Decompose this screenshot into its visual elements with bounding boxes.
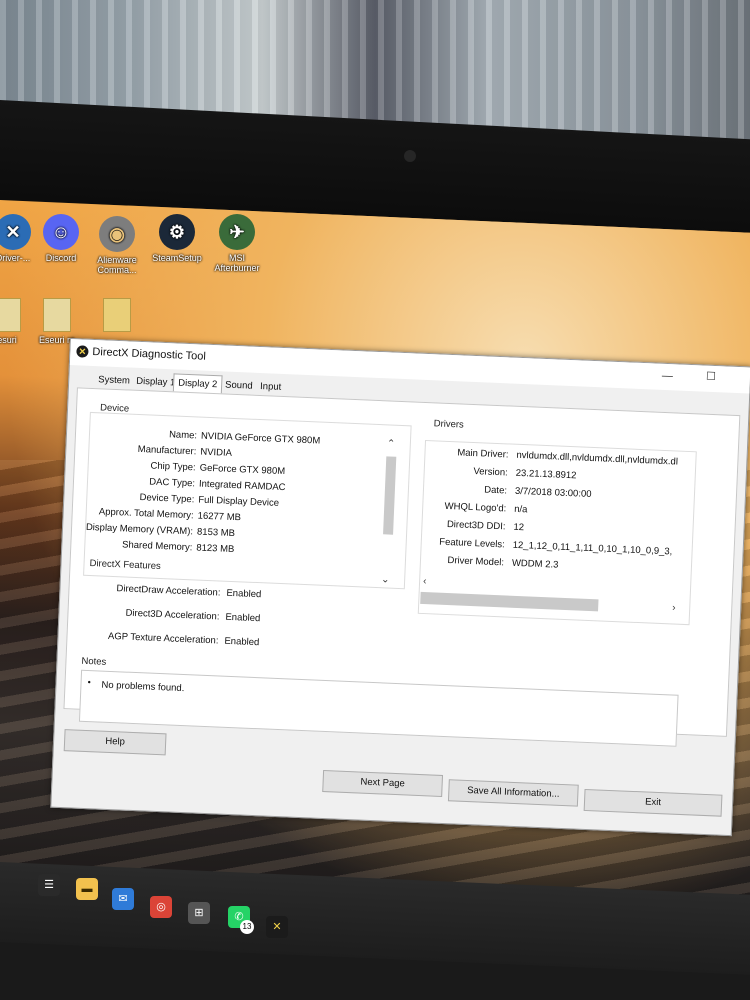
scroll-right-arrow-icon[interactable]: › (672, 602, 676, 613)
minimize-button[interactable]: — (662, 370, 673, 382)
desktop-icon-alienware[interactable]: ◉ Alienware Comma... (86, 216, 148, 275)
device-value: 8123 MB (196, 542, 235, 556)
next-page-button[interactable]: Next Page (322, 769, 444, 797)
feature-value: Enabled (226, 587, 262, 601)
desktop-icon-msi-afterburner[interactable]: ✈ MSI Afterburner (206, 214, 268, 273)
exit-button[interactable]: Exit (583, 788, 723, 817)
folder-icon (43, 298, 71, 332)
mail-icon[interactable]: ✉ (112, 888, 134, 910)
tab-sound[interactable]: Sound (222, 377, 256, 393)
window-title: DirectX Diagnostic Tool (92, 345, 207, 363)
save-all-information-button[interactable]: Save All Information... (447, 779, 579, 807)
drivers-group-label: Drivers (433, 418, 465, 431)
folder-icon (0, 298, 21, 332)
maximize-button[interactable]: ☐ (706, 370, 716, 383)
notes-item: No problems found. (101, 679, 185, 695)
chrome-icon[interactable]: ◎ (150, 896, 172, 918)
tab-display-1[interactable]: Display 1 (133, 374, 179, 391)
device-value: 16277 MB (197, 510, 242, 524)
driver-value: WDDM 2.3 (511, 557, 559, 571)
discord-icon: ☺ (43, 214, 79, 250)
store-icon[interactable]: ⊞ (188, 902, 210, 924)
scroll-down-arrow-icon[interactable]: ⌄ (381, 574, 390, 585)
alienware-icon: ◉ (99, 216, 135, 252)
driver-app-icon: ✕ (0, 214, 31, 250)
scroll-left-arrow-icon[interactable]: ‹ (423, 576, 427, 587)
driver-value: n/a (513, 503, 528, 516)
desktop-icon-label: Alienware Comma... (97, 255, 137, 275)
dxdiag-taskbar-icon[interactable]: ✕ (266, 916, 288, 938)
desktop-icon-discord[interactable]: ☺ Discord (30, 214, 92, 263)
task-view-icon[interactable]: ☰ (38, 874, 60, 896)
desktop-icon-label: esuri (0, 335, 17, 345)
driver-value: 12 (513, 521, 525, 534)
desktop-icon-label: MSI Afterburner (214, 253, 260, 273)
feature-value: Enabled (225, 611, 261, 625)
device-value: 8153 MB (196, 526, 236, 540)
tab-display-2[interactable]: Display 2 (172, 373, 223, 394)
tab-input[interactable]: Input (257, 379, 285, 395)
tab-system[interactable]: System (95, 372, 133, 389)
desktop-icon-zip[interactable] (86, 298, 148, 335)
notes-label: Notes (81, 655, 107, 668)
bullet-icon: • (87, 677, 91, 688)
whatsapp-badge: 13 (240, 920, 254, 934)
dxdiag-window: ✕ DirectX Diagnostic Tool — ☐ System Dis… (50, 338, 750, 837)
zip-folder-icon (103, 298, 131, 332)
steam-icon: ⚙ (159, 214, 195, 250)
dxdiag-icon: ✕ (76, 345, 89, 358)
msi-afterburner-icon: ✈ (219, 214, 255, 250)
file-explorer-icon[interactable]: ▬ (76, 878, 98, 900)
desktop-icon-label: Driver-... (0, 253, 31, 263)
desktop-icon-steamsetup[interactable]: ⚙ SteamSetup (146, 214, 208, 263)
webcam (404, 150, 416, 162)
device-value: NVIDIA (200, 446, 233, 459)
feature-value: Enabled (224, 635, 260, 649)
desktop-icon-label: SteamSetup (152, 253, 202, 263)
help-button[interactable]: Help (63, 729, 167, 756)
desktop-icon-label: Discord (45, 253, 77, 263)
